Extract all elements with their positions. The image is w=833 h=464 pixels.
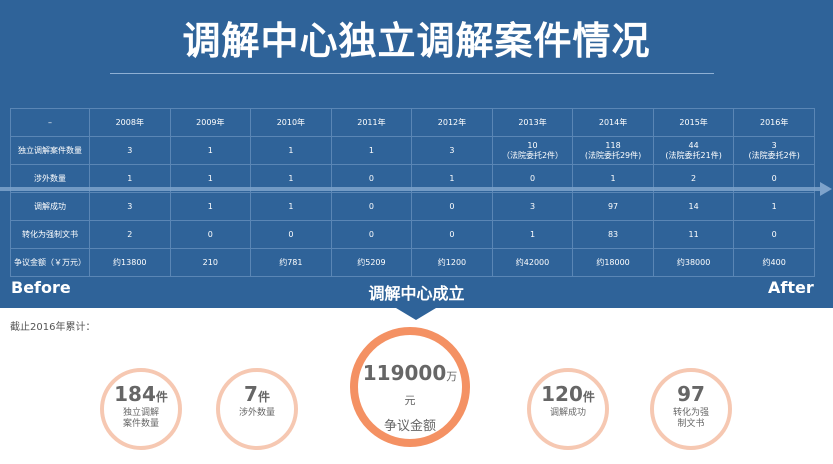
table-header-row: – 2008年 2009年 2010年 2011年 2012年 2013年 20… [10,108,815,137]
table-cell: 1 [250,192,332,221]
stat-label: 调解成功 [549,408,586,418]
table-cell: 3 [89,192,171,221]
court-referral-note: （法院委托2件） [501,150,564,160]
table-cell: 约781 [250,248,332,277]
timeline-arrow-line [0,187,823,191]
table-row-disputed-amount: 争议金额（￥万元） 约13800 210 约781 约5209 约1200 约4… [10,248,815,277]
title-divider [110,73,714,74]
row-label: 调解成功 [10,192,90,221]
table-cell: 1 [169,136,252,165]
table-cell: 约5209 [330,248,413,277]
table-row-successful-mediation: 调解成功 3 1 1 0 0 3 97 14 1 [10,192,815,221]
table-cell: 1 [250,136,332,165]
table-cell: 约18000 [572,248,654,277]
stat-label: 涉外数量 [238,408,275,418]
year-header: 2015年 [652,108,735,137]
stat-value: 184件 [114,382,168,406]
table-cell: 97 [572,192,654,221]
table-cell: 1 [169,192,252,221]
table-cell: 约13800 [89,248,171,277]
table-cell: 1 [330,136,413,165]
table-cell: 1 [733,192,815,221]
table-cell: 约38000 [652,248,735,277]
year-header: 2011年 [330,108,413,137]
year-header: 2008年 [89,108,171,137]
page-title: 调解中心独立调解案件情况 [182,19,651,63]
table-cell: 0 [411,220,493,249]
year-header: 2013年 [491,108,574,137]
table-cell: 14 [652,192,735,221]
table-cell: 2 [89,220,171,249]
row-label: 转化为强制文书 [10,220,90,249]
table-corner-cell: – [10,108,90,137]
stat-value: 119000万元 [362,361,458,407]
stat-label: 争议金额 [383,419,436,434]
stat-circle-enforceable-documents: 97 转化为强 制文书 [650,368,732,450]
stat-value: 7件 [244,382,270,406]
stat-circle-disputed-amount: 119000万元 争议金额 [350,327,470,447]
year-header: 2016年 [733,108,815,137]
year-header: 2014年 [572,108,654,137]
table-cell: 约1200 [411,248,493,277]
timeline-arrow-head-icon [820,182,832,196]
table-cell: 3 (法院委托2件) [733,136,815,165]
case-statistics-table: – 2008年 2009年 2010年 2011年 2012年 2013年 20… [10,108,815,277]
year-header: 2010年 [250,108,332,137]
table-cell: 118 (法院委托29件) [572,136,654,165]
table-cell: 0 [330,220,413,249]
year-header: 2012年 [411,108,493,137]
court-referral-note: (法院委托29件) [584,150,642,160]
court-referral-note: (法院委托21件) [665,150,722,160]
stat-circle-independent-cases: 184件 独立调解 案件数量 [100,368,182,450]
table-cell: 0 [733,220,815,249]
stat-label: 独立调解 案件数量 [122,408,159,429]
stat-circle-foreign-related: 7件 涉外数量 [216,368,298,450]
stat-label: 转化为强 制文书 [672,408,709,429]
table-cell: 3 [89,136,171,165]
banner-pointer-notch [396,308,436,320]
table-cell: 0 [250,220,332,249]
table-cell: 83 [572,220,654,249]
table-cell: 0 [330,192,413,221]
after-label: After [768,278,814,297]
table-cell: 3 [411,136,493,165]
table-row-independent-cases: 独立调解案件数量 3 1 1 1 3 10 （法院委托2件） 118 (法院委托29… [10,136,815,165]
stat-value: 120件 [541,382,595,406]
table-cell: 1 [491,220,574,249]
table-row-enforceable-documents: 转化为强制文书 2 0 0 0 0 1 83 11 0 [10,220,815,249]
year-header: 2009年 [169,108,252,137]
table-cell: 0 [411,192,493,221]
table-cell: 0 [169,220,252,249]
table-cell: 3 [491,192,574,221]
row-label: 争议金额（￥万元） [10,248,90,277]
stat-value: 97 [677,382,705,406]
table-cell: 11 [652,220,735,249]
table-cell: 44 (法院委托21件) [652,136,735,165]
stat-circle-successful-mediation: 120件 调解成功 [527,368,609,450]
table-cell: 约400 [733,248,815,277]
table-cell: 约42000 [491,248,574,277]
table-cell: 10 （法院委托2件） [491,136,574,165]
cumulative-heading: 截止2016年累计： [10,322,96,333]
court-referral-note: (法院委托2件) [748,150,800,160]
center-founded-label: 调解中心成立 [368,284,465,303]
table-cell: 210 [169,248,252,277]
row-label: 独立调解案件数量 [10,136,90,165]
